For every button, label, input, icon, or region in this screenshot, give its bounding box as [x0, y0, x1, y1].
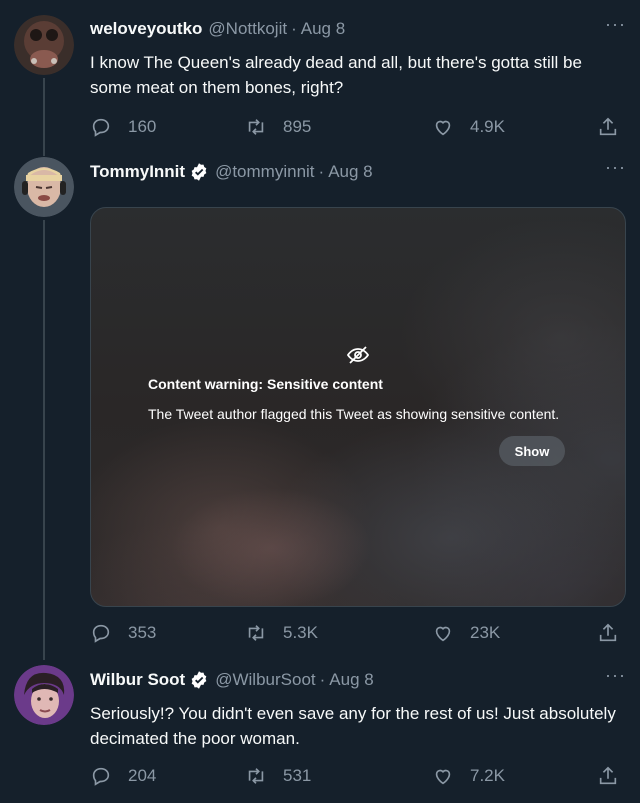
retweet-button[interactable]: 895: [245, 116, 311, 138]
verified-icon: [191, 163, 207, 181]
tweet-time[interactable]: Aug 8: [328, 162, 372, 182]
reply-button[interactable]: 353: [90, 622, 156, 644]
like-button[interactable]: 7.2K: [432, 765, 505, 787]
like-icon: [435, 120, 451, 136]
tweet-header: Wilbur Soot @WilburSoot · Aug 8: [90, 669, 374, 691]
separator-dot: ·: [291, 19, 297, 38]
verified-icon: [191, 671, 207, 689]
retweet-count: 5.3K: [283, 623, 318, 642]
tweet-actions: 353 5.3K 23K: [90, 621, 630, 645]
display-name[interactable]: TommyInnit: [90, 162, 185, 182]
share-icon: [599, 766, 617, 785]
like-icon: [435, 769, 451, 785]
reply-count: 353: [128, 623, 157, 642]
display-name[interactable]: weloveyoutko: [90, 19, 202, 39]
share-button[interactable]: [597, 765, 619, 787]
eye-off-icon: [346, 346, 370, 364]
retweet-icon: [248, 625, 264, 641]
avatar-wilbursoot[interactable]: [14, 665, 74, 725]
avatar-weloveyoutko[interactable]: [14, 15, 74, 75]
show-button[interactable]: Show: [499, 436, 565, 466]
separator-dot: ·: [319, 670, 326, 689]
thread-line-2: [43, 220, 45, 660]
reply-count: 160: [128, 117, 157, 136]
tweet-header: TommyInnit @tommyinnit · Aug 8: [90, 161, 373, 183]
more-icon[interactable]: ···: [605, 15, 626, 33]
reply-count: 204: [128, 766, 157, 785]
share-icon: [599, 623, 617, 642]
like-count: 23K: [470, 623, 501, 642]
user-handle[interactable]: @Nottkojit: [208, 19, 287, 39]
more-icon[interactable]: ···: [605, 158, 626, 176]
like-count: 4.9K: [470, 117, 505, 136]
content-warning-text: The Tweet author flagged this Tweet as s…: [148, 406, 560, 422]
share-icon: [599, 117, 617, 136]
like-button[interactable]: 23K: [432, 622, 500, 644]
share-button[interactable]: [597, 622, 619, 644]
reply-button[interactable]: 160: [90, 116, 156, 138]
content-warning-title: Content warning: Sensitive content: [148, 376, 383, 392]
like-count: 7.2K: [470, 766, 505, 785]
like-button[interactable]: 4.9K: [432, 116, 505, 138]
more-icon[interactable]: ···: [605, 666, 626, 684]
retweet-count: 895: [283, 117, 312, 136]
retweet-icon: [248, 768, 264, 784]
like-icon: [435, 626, 451, 642]
separator-dot: ·: [318, 162, 325, 181]
share-button[interactable]: [597, 116, 619, 138]
user-handle[interactable]: @WilburSoot: [215, 670, 315, 690]
sensitive-media[interactable]: Content warning: Sensitive content The T…: [90, 207, 626, 607]
tweet-header: weloveyoutko @Nottkojit · Aug 8: [90, 18, 345, 40]
tweet-text: I know The Queen's already dead and all,…: [90, 53, 582, 97]
avatar-tommyinnit[interactable]: [14, 157, 74, 217]
tweet-text: Seriously!? You didn't even save any for…: [90, 704, 616, 748]
reply-button[interactable]: 204: [90, 765, 156, 787]
tweet-actions: 160 895 4.9K: [90, 115, 630, 139]
reply-icon: [92, 767, 110, 786]
display-name[interactable]: Wilbur Soot: [90, 670, 185, 690]
user-handle[interactable]: @tommyinnit: [215, 162, 314, 182]
tweet-actions: 204 531 7.2K: [90, 764, 630, 788]
tweet-time[interactable]: Aug 8: [329, 670, 373, 690]
tweet-time[interactable]: Aug 8: [301, 19, 345, 39]
retweet-button[interactable]: 5.3K: [245, 622, 318, 644]
retweet-icon: [248, 119, 264, 135]
retweet-count: 531: [283, 766, 312, 785]
retweet-button[interactable]: 531: [245, 765, 311, 787]
reply-icon: [92, 624, 110, 643]
thread-line-1: [43, 78, 45, 156]
reply-icon: [92, 118, 110, 137]
